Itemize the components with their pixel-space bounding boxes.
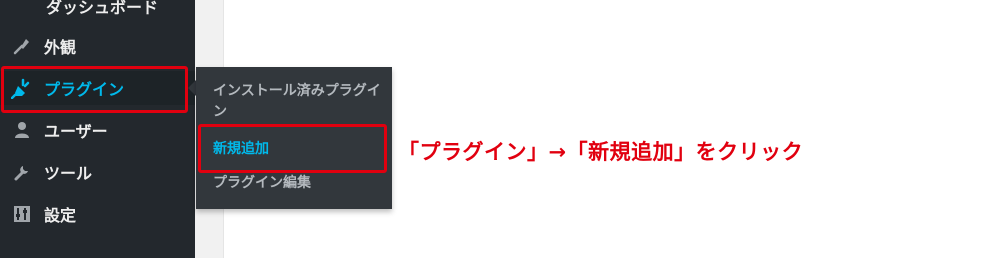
flyout-arrow bbox=[188, 80, 196, 96]
submenu-item-add-new[interactable]: 新規追加 bbox=[213, 139, 269, 160]
sidebar-item-tools[interactable]: ツール bbox=[0, 155, 195, 189]
admin-screen: ダッシュボード 外観 プラグイン ユーザー ツール 設定 インストール済みプラグ… bbox=[0, 0, 1000, 258]
sidebar-item-users[interactable]: ユーザー bbox=[0, 113, 195, 147]
sidebar-item-plugins[interactable]: プラグイン bbox=[0, 71, 195, 105]
sidebar-item-appearance[interactable]: 外観 bbox=[0, 29, 195, 63]
sidebar-item-cut-off-label: ダッシュボード bbox=[46, 0, 159, 17]
sidebar-item-label: 外観 bbox=[44, 38, 77, 57]
paintbrush-icon bbox=[10, 34, 34, 58]
plug-icon bbox=[10, 76, 34, 100]
sidebar-item-label: プラグイン bbox=[44, 80, 125, 99]
sidebar-item-label: 設定 bbox=[44, 206, 77, 225]
wrench-icon bbox=[10, 160, 34, 184]
settings-icon bbox=[10, 202, 34, 226]
instruction-annotation: 「プラグイン」→「新規追加」をクリック bbox=[398, 140, 804, 164]
user-icon bbox=[10, 118, 34, 142]
sidebar-item-label: ツール bbox=[44, 164, 93, 183]
sidebar-item-settings[interactable]: 設定 bbox=[0, 197, 195, 231]
submenu-item-plugin-editor[interactable]: プラグイン編集 bbox=[213, 173, 311, 194]
sidebar-item-label: ユーザー bbox=[44, 122, 108, 141]
admin-sidebar: ダッシュボード 外観 プラグイン ユーザー ツール 設定 bbox=[0, 0, 195, 258]
plugins-submenu: インストール済みプラグイン 新規追加 プラグイン編集 bbox=[196, 67, 392, 209]
submenu-item-installed-plugins[interactable]: インストール済みプラグイン bbox=[213, 81, 383, 123]
